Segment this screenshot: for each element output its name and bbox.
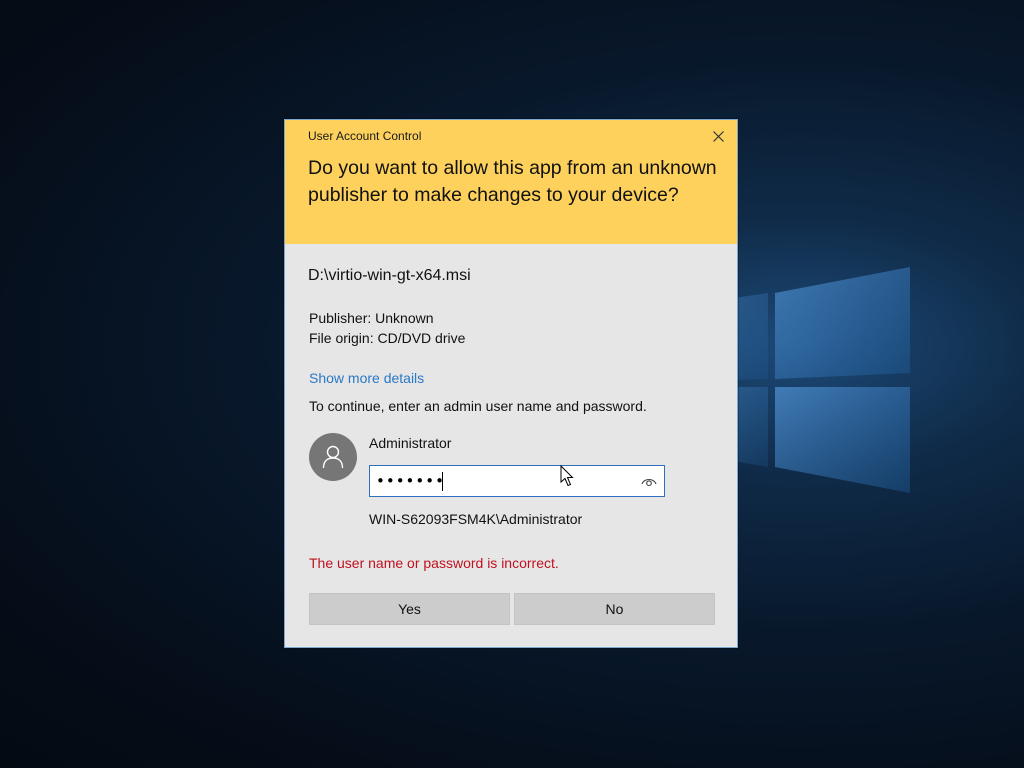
reveal-password-button[interactable] (640, 473, 658, 489)
yes-button[interactable]: Yes (309, 593, 510, 625)
show-more-details-link[interactable]: Show more details (309, 370, 424, 386)
close-icon (712, 130, 724, 142)
desktop-background: User Account Control Do you want to allo… (0, 0, 1024, 768)
account-username: Administrator (369, 435, 452, 451)
dialog-header: User Account Control Do you want to allo… (285, 120, 737, 244)
mouse-pointer-icon (560, 465, 574, 487)
password-field[interactable] (369, 465, 665, 497)
user-icon (322, 445, 344, 469)
program-filename: D:\virtio-win-gt-x64.msi (308, 267, 471, 284)
continue-instructions: To continue, enter an admin user name an… (309, 398, 647, 414)
uac-dialog: User Account Control Do you want to allo… (284, 119, 738, 648)
dialog-title: User Account Control (308, 129, 422, 143)
text-caret (442, 472, 443, 491)
error-message: The user name or password is incorrect. (309, 555, 559, 571)
uac-question: Do you want to allow this app from an un… (308, 157, 717, 206)
file-origin-info: File origin: CD/DVD drive (309, 330, 466, 346)
no-button[interactable]: No (514, 593, 715, 625)
publisher-info: Publisher: Unknown (309, 310, 434, 326)
close-button[interactable] (707, 126, 729, 146)
domain-username: WIN-S62093FSM4K\Administrator (369, 511, 583, 527)
password-input[interactable] (376, 470, 632, 492)
avatar (309, 433, 357, 481)
eye-icon (641, 478, 657, 487)
